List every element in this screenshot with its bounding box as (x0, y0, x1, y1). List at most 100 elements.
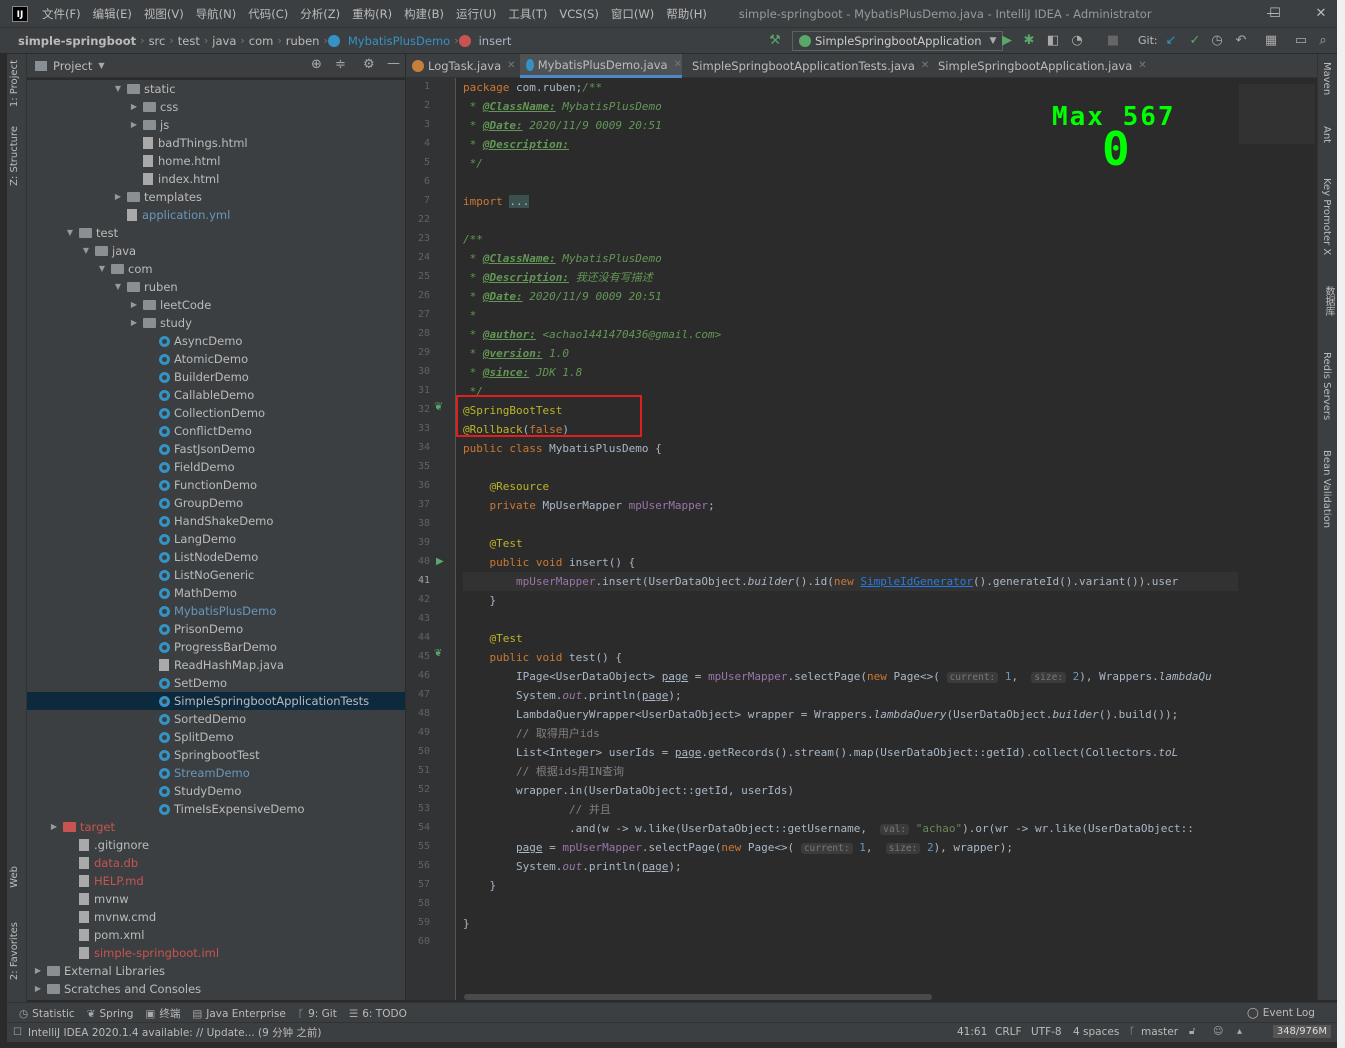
tree-item[interactable]: SetDemo (27, 674, 405, 692)
tree-item[interactable]: SplitDemo (27, 728, 405, 746)
gear-icon[interactable]: ⚙ (363, 57, 375, 72)
chevron-down-icon[interactable]: ▼ (97, 260, 107, 278)
chevron-right-icon[interactable]: ▶ (49, 818, 59, 836)
event-log-button[interactable]: ◯ Event Log (1247, 1007, 1315, 1019)
tree-item[interactable]: AsyncDemo (27, 332, 405, 350)
tree-item[interactable]: ▶ Scratches and Consoles (27, 980, 405, 998)
breadcrumb-item[interactable]: ruben (282, 34, 324, 48)
menu-item[interactable]: VCS(S) (553, 7, 604, 21)
tree-item[interactable]: ▼ static (27, 80, 405, 98)
history-icon[interactable]: ◷ (1208, 32, 1226, 50)
chevron-right-icon[interactable]: ▶ (113, 188, 123, 206)
menu-item[interactable]: 帮助(H) (660, 6, 713, 22)
tree-item[interactable]: home.html (27, 152, 405, 170)
tree-item[interactable]: StudyDemo (27, 782, 405, 800)
tree-item[interactable]: data.db (27, 854, 405, 872)
editor-tab[interactable]: SimpleSpringbootApplicationTests.java ✕ (682, 54, 929, 78)
tree-item[interactable]: SimpleSpringbootApplicationTests (27, 692, 405, 710)
tree-item[interactable]: ▼ test (27, 224, 405, 242)
tree-item[interactable]: ▶ study (27, 314, 405, 332)
stop-icon[interactable]: ■ (1104, 32, 1122, 50)
status-toggle-icon[interactable]: ☐ (13, 1027, 22, 1038)
search-icon[interactable]: ⌕ (1314, 32, 1332, 50)
tree-item[interactable]: ▼ com (27, 260, 405, 278)
editor-horizontal-scrollbar[interactable] (464, 994, 932, 1000)
menu-item[interactable]: 编辑(E) (87, 6, 138, 22)
tree-item[interactable]: ▼ ruben (27, 278, 405, 296)
tree-item[interactable]: MathDemo (27, 584, 405, 602)
run-test-icon[interactable]: ▶ (436, 556, 444, 567)
tree-item[interactable]: HELP.md (27, 872, 405, 890)
database-tool-button[interactable]: 数据库 (1321, 286, 1336, 316)
tree-item[interactable]: ReadHashMap.java (27, 656, 405, 674)
lock-icon[interactable]: 🔓︎ (1189, 1026, 1195, 1037)
bottom-tool-button[interactable]: ◷ Statistic (19, 1008, 75, 1020)
inspector-icon[interactable]: ☺ (1213, 1026, 1223, 1037)
git-commit-icon[interactable]: ✓ (1186, 32, 1204, 50)
tree-item[interactable]: ListNodeDemo (27, 548, 405, 566)
caret-position[interactable]: 41:61 (957, 1026, 987, 1038)
spring-bean-icon[interactable]: ❦ (434, 400, 443, 413)
run-icon[interactable]: ▶ (998, 32, 1016, 50)
tree-item[interactable]: PrisonDemo (27, 620, 405, 638)
file-encoding[interactable]: UTF-8 (1031, 1026, 1062, 1038)
tree-item[interactable]: ProgressBarDemo (27, 638, 405, 656)
breadcrumb-item[interactable]: insert (475, 34, 516, 48)
rollback-icon[interactable]: ↶ (1232, 32, 1250, 50)
close-tab-icon[interactable]: ✕ (1138, 54, 1146, 78)
locate-icon[interactable]: ⊕ (311, 57, 322, 72)
git-update-icon[interactable]: ↙ (1162, 32, 1180, 50)
notifications-icon[interactable]: ▴ (1237, 1026, 1242, 1037)
tree-item[interactable]: ▶ leetCode (27, 296, 405, 314)
breadcrumb-item[interactable]: com (245, 34, 278, 48)
code-minimap[interactable] (1239, 84, 1315, 144)
chevron-right-icon[interactable]: ▶ (33, 980, 43, 998)
chevron-right-icon[interactable]: ▶ (129, 314, 139, 332)
bottom-tool-button[interactable]: ▣ 终端 (145, 1006, 180, 1021)
line-separator[interactable]: CRLF (995, 1026, 1022, 1038)
maven-tool-button[interactable]: Maven (1321, 62, 1332, 95)
indent-setting[interactable]: 4 spaces (1073, 1026, 1119, 1038)
chevron-down-icon[interactable]: ▼ (81, 242, 91, 260)
run-configuration-select[interactable]: SimpleSpringbootApplication ▼ (792, 31, 1004, 51)
menu-item[interactable]: 重构(R) (346, 6, 398, 22)
bottom-tool-button[interactable]: ☰ 6: TODO (349, 1008, 407, 1020)
tree-item[interactable]: index.html (27, 170, 405, 188)
chevron-right-icon[interactable]: ▶ (33, 962, 43, 980)
menu-item[interactable]: 代码(C) (242, 6, 294, 22)
key-promoter-tool-button[interactable]: Key Promoter X (1321, 178, 1332, 255)
tree-item[interactable]: MybatisPlusDemo (27, 602, 405, 620)
project-tool-button[interactable]: 1: Project (9, 60, 20, 107)
tree-item[interactable]: LangDemo (27, 530, 405, 548)
chevron-down-icon[interactable]: ▼ (65, 224, 75, 242)
project-structure-icon[interactable]: ▦ (1262, 32, 1280, 50)
bean-validation-tool-button[interactable]: Bean Validation (1321, 450, 1332, 528)
chevron-right-icon[interactable]: ▶ (129, 98, 139, 116)
build-hammer-icon[interactable]: ⚒ (766, 32, 784, 50)
chevron-right-icon[interactable]: ▶ (129, 296, 139, 314)
tree-item[interactable]: application.yml (27, 206, 405, 224)
tree-item[interactable]: ▶ target (27, 818, 405, 836)
tree-item[interactable]: pom.xml (27, 926, 405, 944)
tree-item[interactable]: FastJsonDemo (27, 440, 405, 458)
editor-tab[interactable]: LogTask.java ✕ (406, 54, 520, 78)
close-tab-icon[interactable]: ✕ (674, 53, 682, 77)
close-tab-icon[interactable]: ✕ (507, 54, 515, 78)
menu-item[interactable]: 文件(F) (36, 6, 87, 22)
tree-item[interactable]: .gitignore (27, 836, 405, 854)
tree-item[interactable]: TimeIsExpensiveDemo (27, 800, 405, 818)
maximize-button[interactable]: ☐ (1252, 0, 1298, 28)
menu-item[interactable]: 运行(U) (450, 6, 502, 22)
tree-item[interactable]: BuilderDemo (27, 368, 405, 386)
layout-icon[interactable]: ▭ (1292, 32, 1310, 50)
tree-item[interactable]: mvnw (27, 890, 405, 908)
memory-indicator[interactable]: 348/976M (1272, 1025, 1331, 1038)
tree-item[interactable]: SpringbootTest (27, 746, 405, 764)
menu-item[interactable]: 导航(N) (190, 6, 243, 22)
chevron-down-icon[interactable]: ▼ (113, 80, 123, 98)
favorites-tool-button[interactable]: 2: Favorites (9, 922, 20, 980)
tree-item[interactable]: FieldDemo (27, 458, 405, 476)
chevron-down-icon[interactable]: ▼ (98, 61, 104, 70)
tree-item[interactable]: StreamDemo (27, 764, 405, 782)
tree-item[interactable]: FunctionDemo (27, 476, 405, 494)
